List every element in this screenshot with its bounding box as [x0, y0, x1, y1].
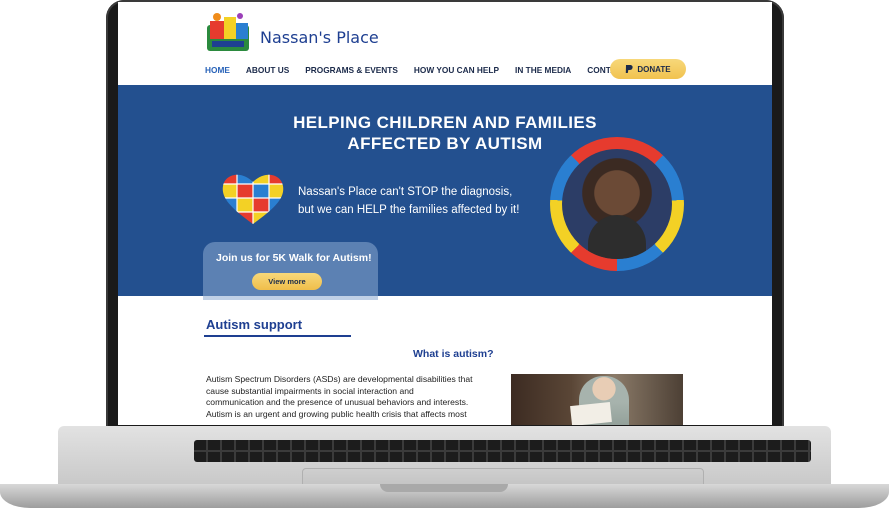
donate-button[interactable]: DONATE [610, 59, 686, 79]
main-nav: HOME ABOUT US PROGRAMS & EVENTS HOW YOU … [205, 65, 657, 79]
body-line: Autism Spectrum Disorders (ASDs) are dev… [206, 374, 473, 384]
section-title: Autism support [206, 317, 303, 332]
brand-name[interactable]: Nassan's Place [260, 28, 379, 47]
body-line: cause substantial impairments in social … [206, 385, 414, 396]
child-photo [511, 374, 683, 425]
subheading: What is autism? [413, 348, 494, 360]
nav-item-home[interactable]: HOME [205, 65, 230, 79]
nav-item-how-you-can-help[interactable]: HOW YOU CAN HELP [414, 65, 499, 79]
section-underline [204, 335, 351, 337]
paypal-icon [626, 64, 634, 73]
hero-title: HELPING CHILDREN AND FAMILIES AFFECTED B… [118, 112, 772, 154]
hero-tagline-line2: but we can HELP the families affected by… [298, 204, 520, 216]
view-more-button[interactable]: View more [252, 273, 322, 290]
photo-paper [570, 401, 612, 425]
keyboard [194, 440, 811, 462]
child-portrait [550, 137, 684, 271]
site-header: Nassan's Place HOME ABOUT US PROGRAMS & … [118, 2, 772, 85]
donate-label: DONATE [637, 64, 671, 74]
nassans-place-logo-icon[interactable] [204, 11, 252, 55]
hero-tagline: Nassan's Place can't STOP the diagnosis,… [298, 183, 546, 219]
promo-card: Join us for 5K Walk for Autism! View mor… [203, 242, 378, 300]
laptop-base [0, 426, 889, 518]
laptop-notch [380, 484, 508, 492]
browser-screen: Nassan's Place HOME ABOUT US PROGRAMS & … [118, 2, 772, 425]
nav-item-in-the-media[interactable]: IN THE MEDIA [515, 65, 571, 79]
portrait-photo [562, 149, 672, 259]
nav-item-programs-events[interactable]: PROGRAMS & EVENTS [305, 65, 398, 79]
laptop-deck [58, 426, 831, 496]
hero-banner: HELPING CHILDREN AND FAMILIES AFFECTED B… [118, 85, 772, 300]
hero-title-line2: AFFECTED BY AUTISM [347, 134, 543, 153]
puzzle-heart-icon [222, 174, 284, 224]
promo-title: Join us for 5K Walk for Autism! [216, 252, 372, 264]
body-text: Autism Spectrum Disorders (ASDs) are dev… [206, 374, 491, 420]
nav-item-about-us[interactable]: ABOUT US [246, 65, 289, 79]
body-line: communication and the presence of unusua… [206, 397, 469, 408]
hero-tagline-line1: Nassan's Place can't STOP the diagnosis, [298, 186, 513, 198]
body-line: Autism is an urgent and growing public h… [206, 408, 467, 419]
hero-title-line1: HELPING CHILDREN AND FAMILIES [293, 113, 597, 132]
